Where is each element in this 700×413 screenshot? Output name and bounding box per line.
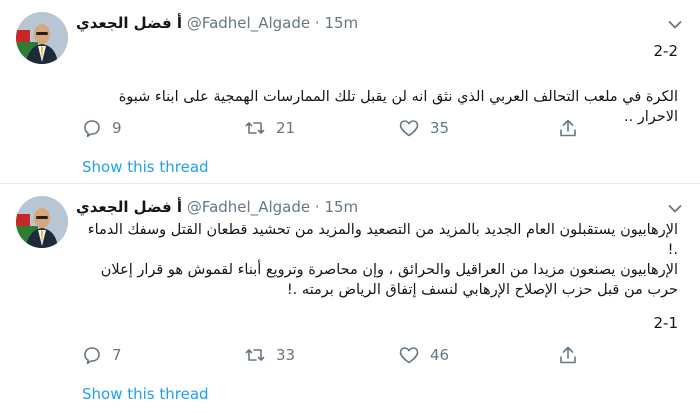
tweet-actions: 7 33 46: [82, 345, 582, 365]
tweet[interactable]: أ فضل الجعدي @Fadhel_Algade · 15m 2-2 ال…: [0, 0, 700, 184]
heart-icon: [399, 120, 419, 137]
share-icon: [560, 119, 576, 137]
share-button[interactable]: [558, 118, 588, 138]
author-handle[interactable]: @Fadhel_Algade: [187, 14, 310, 32]
reply-icon: [84, 347, 100, 365]
share-icon: [560, 346, 576, 364]
reply-icon: [84, 120, 100, 138]
retweet-button[interactable]: 33: [244, 345, 295, 365]
tweet-header: أ فضل الجعدي @Fadhel_Algade · 15m: [76, 198, 358, 218]
timestamp[interactable]: 15m: [324, 14, 358, 32]
like-count: 35: [430, 119, 450, 137]
share-button[interactable]: [558, 345, 588, 365]
retweet-count: 21: [276, 119, 296, 137]
separator: ·: [314, 198, 320, 216]
tweet-actions: 9 21 35: [82, 118, 582, 138]
thread-number: 2-1: [653, 314, 679, 332]
avatar[interactable]: [16, 196, 68, 248]
author-handle[interactable]: @Fadhel_Algade: [187, 198, 310, 216]
show-thread-link[interactable]: Show this thread: [82, 385, 209, 403]
avatar[interactable]: [16, 12, 68, 64]
like-count: 46: [430, 346, 450, 364]
retweet-icon: [245, 122, 265, 134]
heart-icon: [399, 347, 419, 364]
tweet-text-line: الإرهابيون يصنعون مزيدا من العراقيل والح…: [100, 262, 678, 278]
retweet-button[interactable]: 21: [244, 118, 295, 138]
tweet[interactable]: أ فضل الجعدي @Fadhel_Algade · 15m الإرها…: [0, 184, 700, 413]
tweet-text-line: الإرهابيون يستقبلون العام الجديد بالمزيد…: [87, 222, 678, 258]
avatar-image: [16, 196, 68, 248]
like-button[interactable]: 46: [398, 345, 449, 365]
thread-number: 2-2: [653, 42, 679, 60]
separator: ·: [314, 14, 320, 32]
reply-count: 9: [112, 119, 122, 137]
retweet-icon: [245, 349, 265, 361]
author-name[interactable]: أ فضل الجعدي: [76, 198, 182, 216]
reply-button[interactable]: 7: [82, 345, 122, 365]
show-thread-link[interactable]: Show this thread: [82, 158, 209, 176]
tweet-text: الإرهابيون يستقبلون العام الجديد بالمزيد…: [76, 220, 678, 300]
tweet-header: أ فضل الجعدي @Fadhel_Algade · 15m: [76, 14, 358, 34]
chevron-down-icon[interactable]: [668, 204, 682, 214]
author-name[interactable]: أ فضل الجعدي: [76, 14, 182, 32]
reply-count: 7: [112, 346, 122, 364]
like-button[interactable]: 35: [398, 118, 449, 138]
tweet-text-line: حرب من قبل حزب الإصلاح الإرهابي لنسف إتف…: [286, 282, 678, 298]
avatar-image: [16, 12, 68, 64]
chevron-down-icon[interactable]: [668, 20, 682, 30]
timestamp[interactable]: 15m: [324, 198, 358, 216]
retweet-count: 33: [276, 346, 296, 364]
reply-button[interactable]: 9: [82, 118, 122, 138]
